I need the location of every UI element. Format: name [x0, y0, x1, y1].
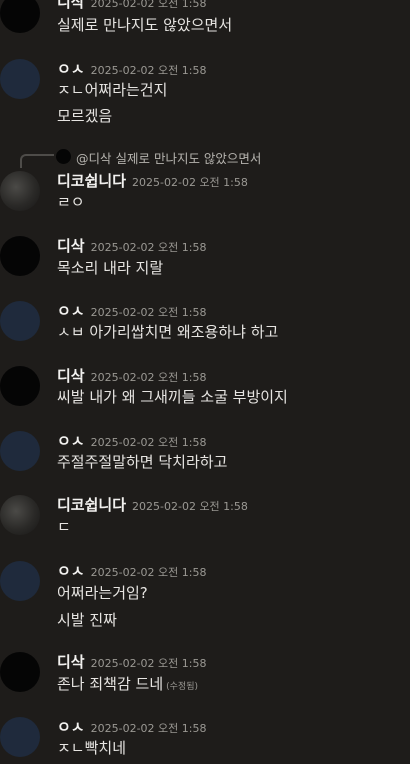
- reply-reference[interactable]: @디삭 실제로 만나지도 않았으면서: [20, 148, 400, 168]
- message-timestamp: 2025-02-02 오전 1:58: [90, 722, 207, 735]
- message-text: 시발 진짜: [57, 611, 117, 629]
- avatar[interactable]: [0, 652, 40, 692]
- message-text: 씨발 내가 왜 그새끼들 소굴 부방이지: [57, 388, 288, 406]
- message-text-content: 존나 죄책감 드네: [57, 675, 164, 693]
- author-name[interactable]: ㅇㅅ: [57, 302, 85, 320]
- message-timestamp: 2025-02-02 오전 1:58: [132, 176, 248, 189]
- reply-connector: [20, 154, 54, 168]
- avatar[interactable]: [0, 301, 40, 341]
- author-name[interactable]: ㅇㅅ: [57, 562, 85, 580]
- author-name[interactable]: ㅇㅅ: [57, 718, 85, 736]
- message-header: 디삭 2025-02-02 오전 1:58: [57, 0, 206, 12]
- message-header: ㅇㅅ 2025-02-02 오전 1:58: [57, 430, 206, 451]
- message-text: 어쩌라는거임?: [57, 584, 148, 602]
- message-text: ㅈㄴ빡치네: [57, 739, 127, 757]
- message-text: ㅅㅂ 아가리쌉치면 왜조용하냐 하고: [57, 323, 279, 341]
- message-timestamp: 2025-02-02 오전 1:58: [90, 566, 207, 579]
- message-timestamp: 2025-02-02 오전 1:58: [132, 500, 248, 513]
- avatar[interactable]: [0, 59, 40, 99]
- message-text: 주절주절말하면 닥치라하고: [57, 453, 228, 471]
- message-timestamp: 2025-02-02 오전 1:58: [90, 371, 207, 384]
- author-name[interactable]: 디코쉽니다: [57, 496, 126, 514]
- edited-label: (수정됨): [166, 682, 199, 692]
- message-header: 디삭 2025-02-02 오전 1:58: [57, 235, 206, 256]
- reply-preview-text[interactable]: @디삭 실제로 만나지도 않았으면서: [76, 148, 261, 167]
- message-header: ㅇㅅ 2025-02-02 오전 1:58: [57, 58, 206, 79]
- author-name[interactable]: 디삭: [57, 237, 85, 255]
- message-text: 존나 죄책감 드네 (수정됨): [57, 673, 198, 694]
- message-timestamp: 2025-02-02 오전 1:58: [90, 241, 207, 254]
- message-header: 디코쉽니다 2025-02-02 오전 1:58: [57, 170, 248, 191]
- message-text: ㄷ: [57, 518, 71, 536]
- author-name[interactable]: ㅇㅅ: [57, 60, 85, 78]
- avatar[interactable]: [0, 366, 40, 406]
- message-header: 디삭 2025-02-02 오전 1:58: [57, 365, 206, 386]
- avatar[interactable]: [0, 431, 40, 471]
- message-header: ㅇㅅ 2025-02-02 오전 1:58: [57, 716, 206, 737]
- author-name[interactable]: ㅇㅅ: [57, 432, 85, 450]
- author-name[interactable]: 디삭: [57, 367, 85, 385]
- message-text: 모르겠음: [57, 107, 113, 125]
- chat-message-list: 디삭 2025-02-02 오전 1:58 실제로 만나지도 않았으면서 ㅇㅅ 20…: [0, 0, 410, 764]
- avatar[interactable]: [0, 171, 40, 211]
- message-timestamp: 2025-02-02 오전 1:58: [90, 306, 207, 319]
- message-text: ㅈㄴ어쩌라는건지: [57, 81, 168, 99]
- message-header: 디삭 2025-02-02 오전 1:58: [57, 651, 206, 672]
- avatar[interactable]: [0, 0, 40, 33]
- message-text: 실제로 만나지도 않았으면서: [57, 16, 233, 34]
- message-timestamp: 2025-02-02 오전 1:58: [90, 657, 207, 670]
- reply-avatar: [56, 149, 71, 164]
- message-timestamp: 2025-02-02 오전 1:58: [90, 0, 207, 10]
- message-header: 디코쉽니다 2025-02-02 오전 1:58: [57, 494, 248, 515]
- avatar[interactable]: [0, 495, 40, 535]
- avatar[interactable]: [0, 236, 40, 276]
- author-name[interactable]: 디삭: [57, 653, 85, 671]
- author-name[interactable]: 디삭: [57, 0, 85, 11]
- message-text: ㄹㅇ: [57, 193, 85, 211]
- avatar[interactable]: [0, 561, 40, 601]
- avatar[interactable]: [0, 717, 40, 757]
- author-name[interactable]: 디코쉽니다: [57, 172, 126, 190]
- message-text: 목소리 내라 지랄: [57, 259, 164, 277]
- message-header: ㅇㅅ 2025-02-02 오전 1:58: [57, 300, 206, 321]
- message-timestamp: 2025-02-02 오전 1:58: [90, 436, 207, 449]
- message-header: ㅇㅅ 2025-02-02 오전 1:58: [57, 560, 206, 581]
- message-timestamp: 2025-02-02 오전 1:58: [90, 64, 207, 77]
